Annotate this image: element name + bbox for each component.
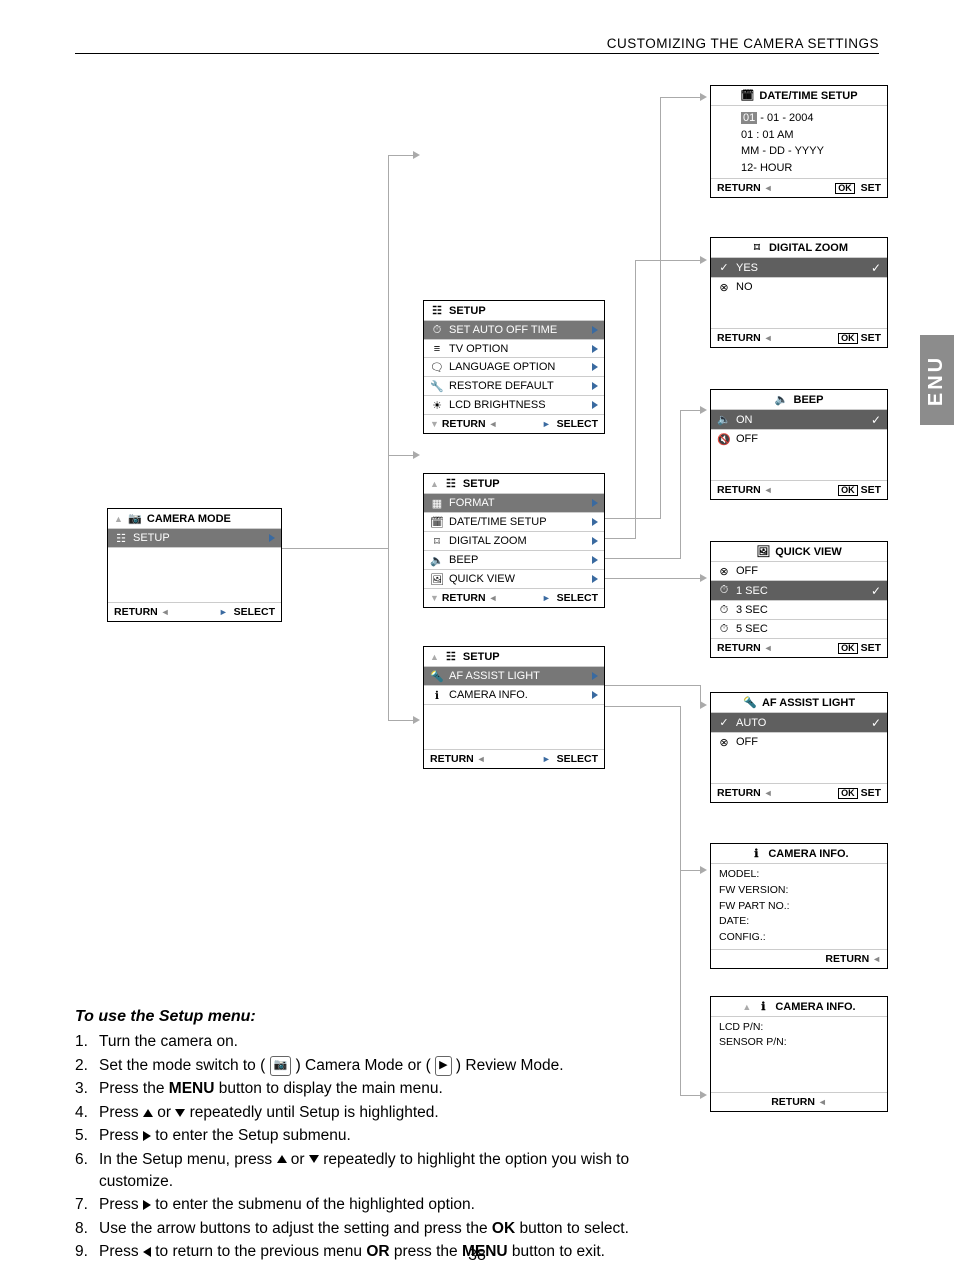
menu-title: 🖼 QUICK VIEW — [711, 542, 887, 561]
timer-icon: ⏱ — [717, 604, 731, 617]
play-icon: ▶ — [435, 1056, 451, 1076]
menu-title: 📷 CAMERA MODE — [108, 509, 281, 528]
up-arrow-icon — [277, 1155, 287, 1163]
menu-item-no[interactable]: ⊗NO — [711, 277, 887, 296]
sliders-icon: ☷ — [430, 304, 444, 317]
language-tab: ENU — [920, 335, 954, 425]
menu-item[interactable]: ⌑DIGITAL ZOOM — [424, 531, 604, 550]
instruction-step: Press to enter the submenu of the highli… — [99, 1194, 690, 1216]
menu-item[interactable]: 🗨LANGUAGE OPTION — [424, 357, 604, 376]
page-number: 38 — [0, 1247, 954, 1265]
right-arrow-icon — [143, 1131, 151, 1141]
up-arrow-icon — [143, 1109, 153, 1117]
check-icon: ✓ — [717, 716, 731, 729]
zoom-icon: ⌑ — [750, 241, 764, 254]
timer-icon: ⏱ — [717, 584, 731, 597]
af-assist-menu: 🔦 AF ASSIST LIGHT ✓AUTO ✓ ⊗OFF RETURN ◄ … — [710, 692, 888, 803]
down-arrow-icon — [175, 1109, 185, 1117]
speaker-icon: 🔈 — [775, 393, 789, 406]
speaker-on-icon: 🔈 — [717, 413, 731, 426]
menu-item-auto[interactable]: ✓AUTO ✓ — [711, 712, 887, 732]
flashlight-icon: 🔦 — [743, 696, 757, 709]
menu-title: 🔈 BEEP — [711, 390, 887, 409]
quick-view-menu: 🖼 QUICK VIEW ⊗OFF ⏱1 SEC ✓ ⏱3 SEC ⏱5 SEC… — [710, 541, 888, 658]
down-arrow-icon — [309, 1155, 319, 1163]
menu-item[interactable]: 🔈BEEP — [424, 550, 604, 569]
beep-menu: 🔈 BEEP 🔈ON ✓ 🔇OFF RETURN ◄ OK SET — [710, 389, 888, 500]
menu-title: 🗓 DATE/TIME SETUP — [711, 86, 887, 105]
x-icon: ⊗ — [717, 281, 731, 294]
menu-item[interactable]: ☀LCD BRIGHTNESS — [424, 395, 604, 414]
menu-item[interactable]: ⏱5 SEC — [711, 619, 887, 638]
timer-icon: ⏱ — [717, 623, 731, 636]
menu-title: ☷ SETUP — [424, 474, 604, 493]
menu-item[interactable]: 🔦AF ASSIST LIGHT — [424, 666, 604, 685]
menu-item[interactable]: 🔧RESTORE DEFAULT — [424, 376, 604, 395]
chevron-right-icon — [269, 534, 275, 542]
sliders-icon: ☷ — [444, 477, 458, 490]
sliders-icon: ☷ — [114, 532, 128, 545]
camera-icon: 📷 — [270, 1056, 292, 1076]
check-icon: ✓ — [871, 584, 881, 598]
check-icon: ✓ — [871, 413, 881, 427]
setup-menu-3: ☷ SETUP 🔦AF ASSIST LIGHT ℹCAMERA INFO. R… — [423, 646, 605, 769]
menu-item[interactable]: ⏱3 SEC — [711, 600, 887, 619]
menu-item[interactable]: 🖼QUICK VIEW — [424, 569, 604, 588]
menu-item[interactable]: ≡TV OPTION — [424, 339, 604, 357]
menu-item[interactable]: ⏱SET AUTO OFF TIME — [424, 320, 604, 339]
menu-item[interactable]: 🗓DATE/TIME SETUP — [424, 512, 604, 531]
instruction-step: Press the MENU button to display the mai… — [99, 1078, 690, 1100]
menu-item[interactable]: ⏱1 SEC ✓ — [711, 580, 887, 600]
menu-title: 🔦 AF ASSIST LIGHT — [711, 693, 887, 712]
camera-info-menu-1: ℹ CAMERA INFO. MODEL: FW VERSION: FW PAR… — [710, 843, 888, 969]
instruction-step: Use the arrow buttons to adjust the sett… — [99, 1218, 690, 1240]
sliders-icon: ☷ — [444, 650, 458, 663]
datetime-menu: 🗓 DATE/TIME SETUP 01 - 01 - 2004 01 : 01… — [710, 85, 888, 198]
setup-menu-2: ☷ SETUP ▦FORMAT 🗓DATE/TIME SETUP ⌑DIGITA… — [423, 473, 605, 608]
instructions: To use the Setup menu: Turn the camera o… — [75, 1005, 690, 1265]
setup-menu-1: ☷ SETUP ⏱SET AUTO OFF TIME ≡TV OPTION 🗨L… — [423, 300, 605, 434]
menu-item-yes[interactable]: ✓YES ✓ — [711, 257, 887, 277]
instruction-step: Press or repeatedly until Setup is highl… — [99, 1102, 690, 1124]
page-header: CUSTOMIZING THE CAMERA SETTINGS — [75, 36, 879, 54]
right-arrow-icon — [143, 1200, 151, 1210]
instruction-step: Press to enter the Setup submenu. — [99, 1125, 690, 1147]
check-icon: ✓ — [871, 716, 881, 730]
check-icon: ✓ — [717, 261, 731, 274]
camera-info-menu-2: ℹ CAMERA INFO. LCD P/N: SENSOR P/N: RETU… — [710, 996, 888, 1112]
info-icon: ℹ — [749, 847, 763, 860]
check-icon: ✓ — [871, 261, 881, 275]
menu-item-off[interactable]: ⊗OFF — [711, 732, 887, 751]
x-icon: ⊗ — [717, 736, 731, 749]
menu-item-setup[interactable]: ☷SETUP — [108, 528, 281, 547]
calendar-icon: 🗓 — [740, 89, 754, 102]
info-icon: ℹ — [756, 1000, 770, 1013]
menu-item-on[interactable]: 🔈ON ✓ — [711, 409, 887, 429]
instruction-step: Set the mode switch to ( 📷 ) Camera Mode… — [99, 1055, 690, 1077]
camera-mode-menu: 📷 CAMERA MODE ☷SETUP RETURN ◄ ► SELECT — [107, 508, 282, 622]
menu-item[interactable]: ⊗OFF — [711, 561, 887, 580]
menu-title: ⌑ DIGITAL ZOOM — [711, 238, 887, 257]
menu-title: ℹ CAMERA INFO. — [711, 997, 887, 1016]
menu-item[interactable]: ▦FORMAT — [424, 493, 604, 512]
instructions-title: To use the Setup menu: — [75, 1005, 690, 1028]
x-icon: ⊗ — [717, 565, 731, 578]
digital-zoom-menu: ⌑ DIGITAL ZOOM ✓YES ✓ ⊗NO RETURN ◄ OK SE… — [710, 237, 888, 348]
menu-title: ℹ CAMERA INFO. — [711, 844, 887, 863]
camera-icon: 📷 — [128, 512, 142, 525]
instruction-step: In the Setup menu, press or repeatedly t… — [99, 1149, 690, 1194]
menu-title: ☷ SETUP — [424, 301, 604, 320]
instruction-step: Turn the camera on. — [99, 1031, 690, 1053]
speaker-off-icon: 🔇 — [717, 433, 731, 446]
menu-item[interactable]: ℹCAMERA INFO. — [424, 685, 604, 704]
menu-title: ☷ SETUP — [424, 647, 604, 666]
quick-view-icon: 🖼 — [756, 545, 770, 558]
menu-item-off[interactable]: 🔇OFF — [711, 429, 887, 448]
